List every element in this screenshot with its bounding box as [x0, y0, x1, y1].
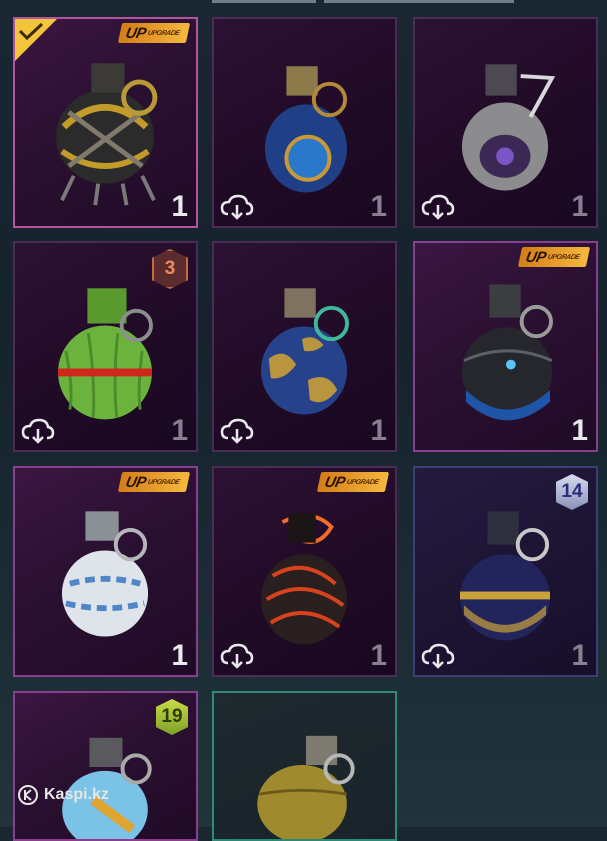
item-count: 1: [171, 639, 188, 672]
upgrade-badge: UP UPGRADE: [117, 23, 191, 43]
item-count: 1: [571, 190, 588, 223]
cloud-download-icon[interactable]: [220, 194, 254, 220]
inventory-item-3[interactable]: 1: [413, 17, 598, 228]
inventory-item-2[interactable]: 1: [212, 17, 397, 228]
inventory-item-1[interactable]: UP UPGRADE 1: [13, 17, 198, 228]
watermark: Kaspi.kz: [18, 785, 109, 805]
cloud-download-icon[interactable]: [421, 194, 455, 220]
cloud-download-icon[interactable]: [421, 643, 455, 669]
item-count: 1: [370, 639, 387, 672]
inventory-item-9[interactable]: 14 1: [413, 466, 598, 677]
item-count: 1: [171, 190, 188, 223]
inventory-item-10[interactable]: 19: [13, 691, 198, 841]
item-count: 1: [571, 639, 588, 672]
inventory-item-6[interactable]: UP UPGRADE 1: [413, 241, 598, 452]
kaspi-logo-icon: [18, 785, 38, 805]
upgrade-badge: UP UPGRADE: [517, 247, 591, 267]
inventory-item-5[interactable]: 1: [212, 241, 397, 452]
item-count: 1: [370, 190, 387, 223]
item-count: 1: [370, 414, 387, 447]
inventory-item-7[interactable]: UP UPGRADE 1: [13, 466, 198, 677]
watermark-text: Kaspi.kz: [44, 786, 109, 803]
upgrade-badge: UP UPGRADE: [117, 472, 191, 492]
grenade-image: [257, 735, 355, 839]
inventory-grid: UP UPGRADE 1 1 1 3 1 1 UP UPGRADE 1 UP U…: [0, 0, 607, 841]
cloud-download-icon[interactable]: [21, 418, 55, 444]
item-count: 1: [171, 414, 188, 447]
inventory-item-8[interactable]: UP UPGRADE 1: [212, 466, 397, 677]
grenade-image: [461, 284, 553, 421]
check-icon: [18, 22, 44, 40]
cloud-download-icon[interactable]: [220, 643, 254, 669]
upgrade-badge: UP UPGRADE: [316, 472, 390, 492]
item-count: 1: [571, 414, 588, 447]
inventory-item-4[interactable]: 3 1: [13, 241, 198, 452]
cloud-download-icon[interactable]: [220, 418, 254, 444]
inventory-item-11[interactable]: [212, 691, 397, 841]
grenade-image: [61, 511, 149, 637]
